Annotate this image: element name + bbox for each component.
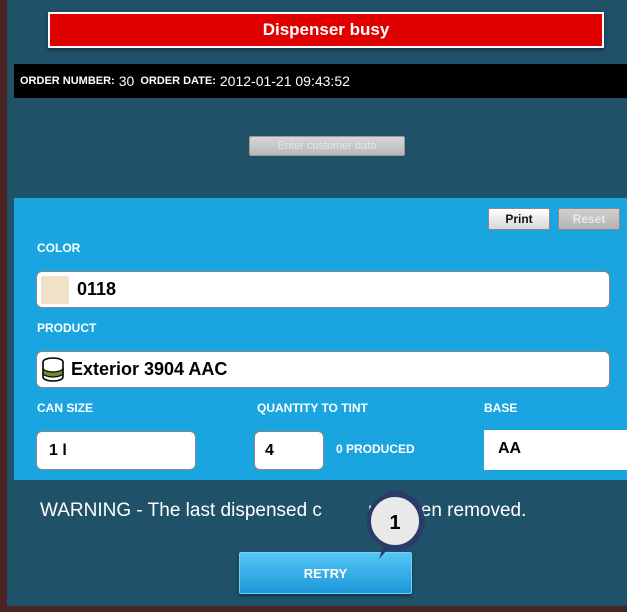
order-form-panel: Print Reset COLOR 0118 PRODUCT Exterior … (14, 198, 627, 480)
print-button[interactable]: Print (488, 208, 550, 230)
color-swatch (41, 275, 69, 304)
product-value: Exterior 3904 AAC (71, 359, 228, 379)
warning-message: WARNING - The last dispensed c not been r… (40, 500, 526, 522)
base-label: BASE (484, 401, 518, 415)
customer-area: Enter customer data (14, 98, 627, 198)
base-value: AA (498, 440, 522, 457)
enter-customer-data-button[interactable]: Enter customer data (249, 136, 405, 156)
warning-area: WARNING - The last dispensed c not been r… (14, 480, 627, 606)
order-date-value: 2012-01-21 09:43:52 (219, 73, 350, 89)
warning-text-head: WARNING - The last dispensed c (40, 500, 322, 521)
paint-can-icon (41, 356, 65, 383)
quantity-value: 4 (265, 441, 274, 459)
color-value: 0118 (77, 279, 117, 299)
order-number-label: ORDER NUMBER: (20, 75, 115, 87)
color-field[interactable]: 0118 (36, 271, 610, 308)
reset-button[interactable]: Reset (558, 208, 620, 230)
produced-count: 0 PRODUCED (336, 442, 415, 456)
alert-text: Dispenser busy (262, 20, 390, 39)
color-label: COLOR (37, 241, 81, 255)
product-label: PRODUCT (37, 321, 97, 335)
quantity-label: QUANTITY TO TINT (257, 401, 368, 415)
order-date-label: ORDER DATE: (140, 75, 216, 87)
can-size-label: CAN SIZE (37, 401, 94, 415)
quantity-field[interactable]: 4 (254, 431, 324, 470)
dispenser-status-alert: Dispenser busy (48, 12, 604, 48)
order-number-value: 30 (118, 73, 135, 89)
base-field: AA (484, 430, 627, 470)
product-field[interactable]: Exterior 3904 AAC (36, 351, 610, 388)
callout-number: 1 (389, 511, 401, 534)
can-size-value: 1 l (49, 441, 67, 459)
step-callout: 1 (357, 487, 433, 563)
order-info-bar: ORDER NUMBER: 30 ORDER DATE: 2012-01-21 … (14, 64, 627, 98)
can-size-field[interactable]: 1 l (36, 431, 196, 470)
